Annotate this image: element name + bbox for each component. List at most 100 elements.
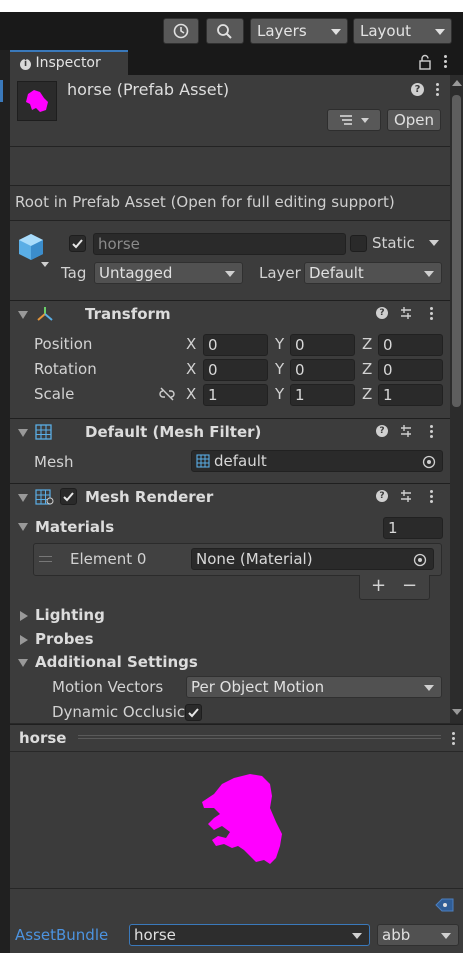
open-button[interactable]: Open	[387, 109, 441, 131]
preview-header[interactable]: horse	[10, 724, 463, 751]
help-icon[interactable]: ?	[376, 490, 388, 502]
materials-label: Materials	[35, 518, 115, 536]
foldout-expanded-icon[interactable]	[18, 494, 28, 502]
tag-dropdown[interactable]: Untagged	[94, 262, 243, 284]
preset-icon[interactable]	[399, 424, 413, 438]
axis-x: X	[186, 360, 197, 378]
axis-y: Y	[275, 385, 285, 403]
lighting-foldout-icon[interactable]	[20, 611, 28, 621]
tab-menu-icon[interactable]	[444, 55, 448, 70]
foldout-expanded-icon[interactable]	[18, 311, 28, 319]
motion-vectors-dropdown[interactable]: Per Object Motion	[186, 676, 442, 698]
probes-foldout-icon[interactable]	[20, 635, 28, 645]
help-icon[interactable]: ?	[411, 83, 424, 96]
layer-value: Default	[309, 264, 364, 282]
scale-z-field[interactable]: 1	[378, 384, 443, 406]
position-x-field[interactable]: 0	[203, 334, 268, 356]
materials-size-field[interactable]: 1	[383, 517, 443, 539]
component-menu-icon[interactable]	[430, 307, 434, 322]
object-picker-icon[interactable]	[421, 454, 437, 470]
assetbundle-variant-value: abb	[382, 926, 411, 944]
assetbundle-variant-dropdown[interactable]: abb	[377, 924, 459, 946]
chevron-down-icon	[225, 271, 235, 277]
preset-icon[interactable]	[399, 489, 413, 503]
preview-area[interactable]	[10, 752, 463, 888]
unlink-icon[interactable]	[158, 387, 176, 401]
additional-settings-label[interactable]: Additional Settings	[35, 653, 198, 671]
object-picker-icon[interactable]	[412, 552, 428, 568]
scale-x-field[interactable]: 1	[203, 384, 268, 406]
scroll-up-arrow[interactable]	[452, 80, 462, 86]
mesh-renderer-enabled-checkbox[interactable]	[60, 488, 77, 505]
rotation-y-field[interactable]: 0	[290, 359, 355, 381]
search-icon	[217, 24, 232, 39]
layout-label: Layout	[360, 22, 411, 40]
static-checkbox[interactable]	[350, 235, 367, 252]
position-z-field[interactable]: 0	[378, 334, 443, 356]
checkmark-icon	[63, 492, 74, 502]
list-footer	[359, 575, 430, 600]
layer-dropdown[interactable]: Default	[304, 262, 442, 284]
layers-label: Layers	[257, 22, 307, 40]
chevron-down-icon	[441, 933, 451, 939]
scale-y-field[interactable]: 1	[290, 384, 355, 406]
preview-title: horse	[19, 729, 67, 747]
dynamic-occlusion-checkbox[interactable]	[185, 704, 202, 721]
list-icon	[340, 115, 369, 125]
editor-toolbar: Layers Layout	[0, 12, 463, 50]
lighting-label[interactable]: Lighting	[35, 606, 105, 624]
materials-foldout-icon[interactable]	[18, 523, 28, 531]
position-y-field[interactable]: 0	[290, 334, 355, 356]
foldout-expanded-icon[interactable]	[18, 429, 28, 437]
static-label: Static	[372, 234, 415, 252]
label-tag-icon[interactable]	[433, 896, 457, 914]
checkmark-icon	[188, 708, 199, 718]
help-icon[interactable]: ?	[376, 425, 388, 437]
search-button[interactable]	[206, 18, 244, 44]
asset-menu-icon[interactable]	[436, 83, 440, 98]
history-button[interactable]	[163, 18, 199, 44]
layers-dropdown[interactable]: Layers	[250, 18, 348, 44]
component-menu-icon[interactable]	[430, 490, 434, 505]
drag-handle-icon[interactable]	[39, 556, 52, 557]
assetbundle-name-value: horse	[134, 926, 176, 944]
tab-label: Inspector	[35, 55, 101, 71]
static-dropdown-icon[interactable]	[429, 240, 439, 246]
scroll-down-arrow[interactable]	[452, 709, 462, 715]
drag-bar[interactable]	[78, 735, 441, 739]
chevron-down-icon	[424, 271, 434, 277]
layer-label: Layer	[259, 264, 301, 282]
active-checkbox[interactable]	[69, 235, 86, 252]
scrollbar-thumb[interactable]	[452, 95, 461, 407]
transform-axes-icon	[37, 307, 53, 321]
preview-menu-icon[interactable]	[452, 732, 456, 747]
info-icon: i	[20, 59, 31, 70]
mesh-object-field[interactable]: default	[191, 450, 443, 472]
gameobject-name-field[interactable]: horse	[93, 233, 346, 255]
additional-foldout-icon[interactable]	[18, 659, 28, 667]
preset-icon[interactable]	[399, 306, 413, 320]
assetbundle-bar: AssetBundle horse abb	[10, 888, 463, 953]
rotation-label: Rotation	[34, 360, 97, 378]
horse-prefab-icon	[26, 90, 48, 112]
scale-label: Scale	[34, 385, 75, 403]
axis-z: Z	[362, 335, 373, 353]
probes-label[interactable]: Probes	[35, 630, 94, 648]
overrides-dropdown[interactable]	[327, 109, 381, 131]
gameobject-cube-icon[interactable]	[17, 232, 53, 268]
tab-inspector[interactable]: i Inspector	[10, 50, 128, 75]
component-menu-icon[interactable]	[430, 425, 434, 440]
axis-z: Z	[362, 385, 373, 403]
element-0-material-field[interactable]: None (Material)	[191, 548, 434, 570]
dynamic-occlusion-label: Dynamic Occlusic	[52, 703, 186, 721]
rotation-z-field[interactable]: 0	[378, 359, 443, 381]
assetbundle-name-dropdown[interactable]: horse	[129, 924, 370, 946]
add-element-button[interactable]: +	[371, 575, 386, 596]
layout-dropdown[interactable]: Layout	[353, 18, 452, 44]
window-top-edge	[0, 0, 463, 12]
remove-element-button[interactable]: −	[402, 575, 417, 596]
lock-icon[interactable]	[418, 54, 432, 70]
position-label: Position	[34, 335, 93, 353]
help-icon[interactable]: ?	[376, 307, 388, 319]
rotation-x-field[interactable]: 0	[203, 359, 268, 381]
